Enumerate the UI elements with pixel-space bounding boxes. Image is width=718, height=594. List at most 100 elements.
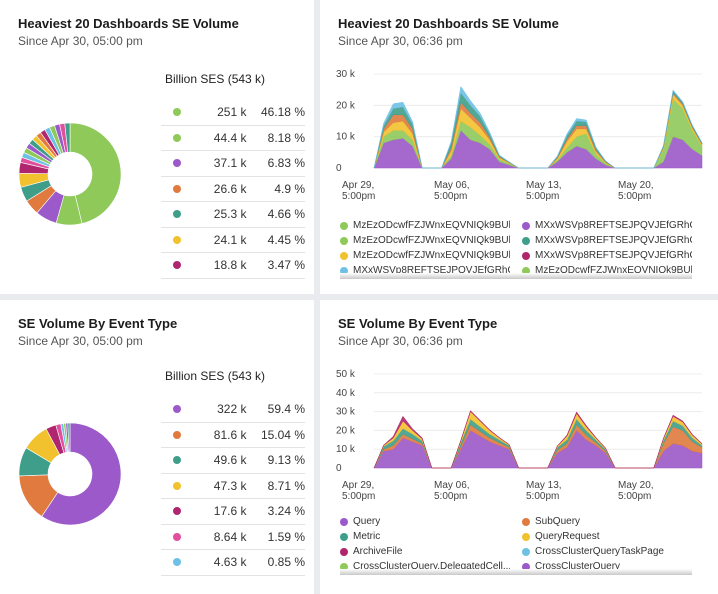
table-row[interactable]: 47.3 k 8.71 % [161,474,305,499]
area-chart[interactable]: 50 k40 k30 k20 k10 k0Apr 29,5:00pmMay 06… [320,364,718,504]
panel-subtitle: Since Apr 30, 05:00 pm [18,34,143,48]
legend-item[interactable]: MXxWSVp8REFTSEJPQVJEfGRhOj... [522,250,692,261]
legend-label: MXxWSVp8REFTSEJPQVJEfGRhOjE... [535,235,692,246]
x-tick-label: Apr 29, [342,480,374,491]
legend-label: MXxWSVp8REFTSEJPQVJEfGRhOj... [535,250,692,261]
row-value: 17.6 k [213,504,247,519]
panel-title: SE Volume By Event Type [18,316,178,331]
donut-chart[interactable] [18,422,122,526]
series-color-dot [173,456,181,465]
legend-label: Metric [353,531,381,542]
x-tick-label: May 06, [434,480,470,491]
dashboards-donut-panel: Heaviest 20 Dashboards SE Volume Since A… [0,0,314,294]
y-tick-label: 30 k [336,407,356,418]
legend-label: Query [353,516,381,527]
legend-color-dot [340,532,348,541]
x-tick-label: 5:00pm [342,491,375,502]
legend-label: MXxWSVp8REFTSEJPQVJEfGRhOj... [535,220,692,231]
x-tick-label: 5:00pm [342,191,375,202]
series-color-dot [173,532,181,541]
legend-item[interactable]: MXxWSVp8REFTSEJPQVJEfGRhOjE... [522,235,692,246]
row-percent: 8.71 % [267,478,305,493]
donut-chart[interactable] [18,122,122,226]
table-row[interactable]: 8.64 k 1.59 % [161,525,305,550]
legend-item[interactable]: ArchiveFile [340,546,510,557]
y-tick-label: 0 [336,463,342,474]
scroll-fade [0,578,314,592]
legend-color-dot [522,221,530,230]
x-tick-label: May 06, [434,180,470,191]
x-tick-label: Apr 29, [342,180,374,191]
x-tick-label: 5:00pm [434,191,467,202]
row-value: 24.1 k [213,232,247,247]
row-percent: 9.13 % [267,453,305,468]
row-percent: 1.59 % [267,529,305,544]
x-tick-label: 5:00pm [618,191,651,202]
table-header: Billion SES (543 k) [165,369,266,383]
legend-label: QueryRequest [535,531,600,542]
series-color-dot [173,507,181,516]
legend-color-dot [340,236,348,245]
table-header: Billion SES (543 k) [165,72,266,86]
legend-item[interactable]: Metric [340,531,510,542]
table-row[interactable]: 251 k 46.18 % [161,100,305,126]
table-row[interactable]: 18.8 k 3.47 % [161,253,305,279]
row-value: 251 k [217,105,247,120]
area-series[interactable] [373,92,703,169]
legend-color-dot [340,547,348,556]
legend-color-dot [340,221,348,230]
table-row[interactable]: 4.63 k 0.85 % [161,550,305,576]
row-value: 4.63 k [213,555,247,570]
row-value: 26.6 k [213,181,247,196]
area-series[interactable] [373,129,703,169]
area-series[interactable] [373,98,703,169]
table-row[interactable]: 24.1 k 4.45 % [161,228,305,253]
row-value: 81.6 k [213,427,247,442]
row-percent: 3.24 % [267,504,305,519]
panel-subtitle: Since Apr 30, 06:36 pm [338,34,463,48]
legend-item[interactable]: SubQuery [522,516,692,527]
legend-color-dot [340,251,348,260]
legend-color-dot [522,532,530,541]
legend-color-dot [522,251,530,260]
x-tick-label: May 13, [526,480,562,491]
event-type-area-panel: SE Volume By Event Type Since Apr 30, 06… [320,300,718,594]
legend-color-dot [340,517,348,526]
series-color-dot [173,430,181,439]
table-row[interactable]: 25.3 k 4.66 % [161,202,305,228]
x-tick-label: May 20, [618,480,654,491]
panel-title: SE Volume By Event Type [338,316,498,331]
legend-item[interactable]: MzEzODcwfFZJWnxEQVNIQk9BUk... [340,220,510,231]
area-series[interactable] [373,90,703,169]
legend-item[interactable]: MXxWSVp8REFTSEJPQVJEfGRhOj... [522,220,692,231]
table-row[interactable]: 81.6 k 15.04 % [161,423,305,448]
event-type-donut-panel: SE Volume By Event Type Since Apr 30, 05… [0,300,314,594]
table-row[interactable]: 322 k 59.4 % [161,397,305,423]
series-color-dot [173,558,181,567]
series-color-dot [173,261,181,270]
table-row[interactable]: 44.4 k 8.18 % [161,126,305,151]
series-color-dot [173,235,181,244]
row-percent: 3.47 % [267,258,305,273]
legend-item[interactable]: MzEzODcwfFZJWnxEQVNIQk9BUk... [340,235,510,246]
legend-item[interactable]: MzEzODcwfFZJWnxEQVNIQk9BUk... [340,250,510,261]
row-percent: 6.83 % [267,156,305,171]
area-chart[interactable]: 30 k20 k10 k0Apr 29,5:00pmMay 06,5:00pmM… [320,64,718,204]
table-row[interactable]: 37.1 k 6.83 % [161,151,305,177]
y-tick-label: 0 [336,163,342,174]
area-series[interactable] [373,85,703,169]
table-row[interactable]: 49.6 k 9.13 % [161,448,305,474]
row-percent: 0.85 % [267,555,305,570]
legend-item[interactable]: QueryRequest [522,531,692,542]
legend-item[interactable]: Query [340,516,510,527]
legend-item[interactable]: CrossClusterQueryTaskPage [522,546,692,557]
panel-title: Heaviest 20 Dashboards SE Volume [338,16,559,31]
legend: Query SubQuery Metric QueryRequest ArchiveFi… [340,516,710,578]
table-row[interactable]: 17.6 k 3.24 % [161,499,305,525]
row-percent: 46.18 % [260,105,305,120]
x-tick-label: 5:00pm [526,191,559,202]
series-color-dot [173,108,181,117]
legend-label: ArchiveFile [353,546,403,557]
y-tick-label: 30 k [336,69,356,80]
table-row[interactable]: 26.6 k 4.9 % [161,177,305,202]
